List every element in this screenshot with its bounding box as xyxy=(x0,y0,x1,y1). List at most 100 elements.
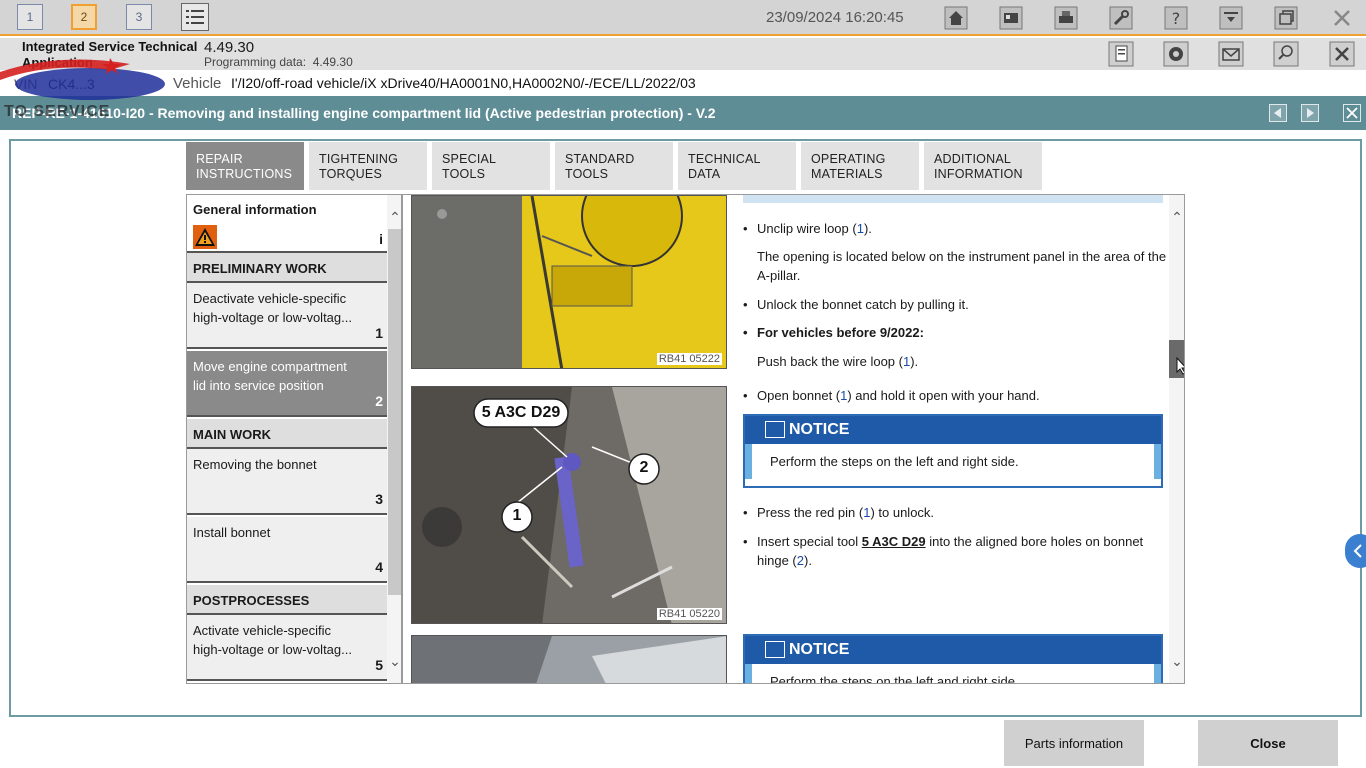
tab-label-line2: INFORMATION xyxy=(934,167,1023,181)
vehicle-label: Vehicle xyxy=(173,75,222,92)
notice-box-2: NOTICE Perform the steps on the left and… xyxy=(743,634,1163,683)
document-title: REP-RE-1-41610-I20 - Removing and instal… xyxy=(12,105,716,121)
close-button[interactable]: Close xyxy=(1198,720,1338,766)
datetime-display: 23/09/2024 16:20:45 xyxy=(766,9,904,26)
illustration-2: 5 A3C D29 2 1 RB41 05220 xyxy=(411,386,727,624)
nav-scrollbar-thumb[interactable] xyxy=(388,229,401,595)
callout-link[interactable]: 2 xyxy=(797,553,804,568)
illustration-tool-label: 5 A3C D29 xyxy=(481,404,561,421)
tab-label-line1: REPAIR xyxy=(196,152,243,166)
nav-item-number: 3 xyxy=(375,491,383,507)
nav-scroll-down-icon[interactable]: ⌄ xyxy=(387,653,401,670)
step-text: ). xyxy=(863,221,872,236)
list-icon[interactable] xyxy=(181,3,209,31)
nav-item-line1: Activate vehicle-specific xyxy=(193,623,331,638)
tab-tightening-torques[interactable]: TIGHTENING TORQUES xyxy=(309,142,427,190)
bonnet-hinge-illustration-icon xyxy=(412,636,726,683)
step-text: For vehicles before 9/2022: xyxy=(757,325,924,340)
nav-item-3[interactable]: Removing the bonnet 3 xyxy=(187,449,387,515)
info-badge: i xyxy=(379,231,383,247)
nav-general-information[interactable]: General information i xyxy=(187,195,387,253)
top-toolbar: 1 2 3 23/09/2024 16:20:45 ? xyxy=(0,0,1366,36)
settings-gear-icon[interactable] xyxy=(1162,40,1190,68)
close-icon xyxy=(1346,107,1358,119)
document-list-icon[interactable] xyxy=(1107,40,1135,68)
dropdown-panel-icon[interactable] xyxy=(1217,4,1245,32)
content-scroll-up-icon[interactable]: ⌃ xyxy=(1169,209,1184,226)
programming-data-value: 4.49.30 xyxy=(312,55,353,69)
step-push-wire-loop: Push back the wire loop (1). xyxy=(757,352,1167,371)
mail-icon[interactable] xyxy=(1217,40,1245,68)
step-text: ). xyxy=(803,553,812,568)
nav-scroll-up-icon[interactable]: ⌃ xyxy=(387,209,401,226)
help-icon[interactable]: ? xyxy=(1162,4,1190,32)
air-search-icon[interactable] xyxy=(1272,40,1300,68)
nav-item-2[interactable]: Move engine compartment lid into service… xyxy=(187,351,387,417)
notice-title: NOTICE xyxy=(789,421,850,438)
step-text: Unclip wire loop ( xyxy=(757,221,857,236)
close-session-icon[interactable] xyxy=(1328,40,1356,68)
parts-information-button[interactable]: Parts information xyxy=(1004,720,1144,766)
document-title-bar: REP-RE-1-41610-I20 - Removing and instal… xyxy=(0,96,1366,130)
instruction-content-panel: RB41 05222 5 A3C D29 2 1 RB41 05220 • Un… xyxy=(402,194,1185,684)
printer-icon[interactable] xyxy=(1052,4,1080,32)
hand-pointer-icon xyxy=(765,421,785,438)
svg-text:?: ? xyxy=(1172,9,1181,28)
workspace-2-button[interactable]: 2 xyxy=(71,4,97,30)
notice-box-1: NOTICE Perform the steps on the left and… xyxy=(743,414,1163,488)
tab-repair-instructions[interactable]: REPAIR INSTRUCTIONS xyxy=(186,142,304,190)
nav-item-4[interactable]: Install bonnet 4 xyxy=(187,517,387,583)
nav-item-1[interactable]: Deactivate vehicle-specific high-voltage… xyxy=(187,283,387,349)
tab-additional-information[interactable]: ADDITIONAL INFORMATION xyxy=(924,142,1042,190)
chevron-left-icon xyxy=(1353,544,1362,558)
workspace-3-button[interactable]: 3 xyxy=(126,4,152,30)
tab-label-line1: TECHNICAL xyxy=(688,152,761,166)
mouse-cursor-icon xyxy=(1176,357,1184,375)
illustration-1: RB41 05222 xyxy=(411,195,727,369)
notice-header: NOTICE xyxy=(745,636,1161,664)
id-card-icon[interactable] xyxy=(997,4,1025,32)
close-document-button[interactable] xyxy=(1343,104,1361,122)
programming-data-label: Programming data: xyxy=(204,55,307,69)
wrench-icon[interactable] xyxy=(1107,4,1135,32)
close-app-icon[interactable] xyxy=(1328,4,1356,32)
tab-label-line2: INSTRUCTIONS xyxy=(196,167,293,181)
tab-label-line2: MATERIALS xyxy=(811,167,883,181)
nav-item-number: 2 xyxy=(375,393,383,409)
home-icon[interactable] xyxy=(942,4,970,32)
tab-label-line2: TORQUES xyxy=(319,167,382,181)
tab-label-line1: ADDITIONAL xyxy=(934,152,1012,166)
step-text: Insert special tool xyxy=(757,534,862,549)
notice-text: Perform the steps on the left and right … xyxy=(745,444,1161,479)
notice-header: NOTICE xyxy=(745,416,1161,444)
nav-section-main: MAIN WORK xyxy=(187,419,387,449)
content-scroll-down-icon[interactable]: ⌄ xyxy=(1169,653,1184,670)
tab-special-tools[interactable]: SPECIAL TOOLS xyxy=(432,142,550,190)
vehicle-info-row: VIN CK4...3 Vehicle I'/I20/off-road vehi… xyxy=(0,70,1366,96)
nav-item-line1: Install bonnet xyxy=(193,525,271,540)
nav-item-number: 1 xyxy=(375,325,383,341)
tab-label-line1: TIGHTENING xyxy=(319,152,399,166)
nav-item-line1: Deactivate vehicle-specific xyxy=(193,291,347,306)
tab-technical-data[interactable]: TECHNICAL DATA xyxy=(678,142,796,190)
hinge-tool-illustration-icon xyxy=(412,387,726,623)
vehicle-value: I'/I20/off-road vehicle/iX xDrive40/HA00… xyxy=(231,75,696,91)
next-document-button[interactable] xyxy=(1301,104,1319,122)
content-scrollbar[interactable] xyxy=(1169,195,1184,683)
callout-link[interactable]: 1 xyxy=(857,221,864,236)
restore-window-icon[interactable] xyxy=(1272,4,1300,32)
tab-standard-tools[interactable]: STANDARD TOOLS xyxy=(555,142,673,190)
nav-item-number: 4 xyxy=(375,559,383,575)
workspace-1-button[interactable]: 1 xyxy=(17,4,43,30)
tab-operating-materials[interactable]: OPERATING MATERIALS xyxy=(801,142,919,190)
special-tool-link[interactable]: 5 A3C D29 xyxy=(862,534,926,549)
illustration-3 xyxy=(411,635,727,683)
previous-document-button[interactable] xyxy=(1269,104,1287,122)
nav-item-number: 5 xyxy=(375,657,383,673)
nav-item-5[interactable]: Activate vehicle-specific high-voltage o… xyxy=(187,615,387,681)
programming-data: Programming data: 4.49.30 xyxy=(204,55,353,69)
illustration-callout-1: 1 xyxy=(512,507,522,524)
illustration-1-caption: RB41 05222 xyxy=(656,353,722,365)
notice-title: NOTICE xyxy=(789,641,850,658)
side-panel-toggle[interactable] xyxy=(1345,534,1366,568)
